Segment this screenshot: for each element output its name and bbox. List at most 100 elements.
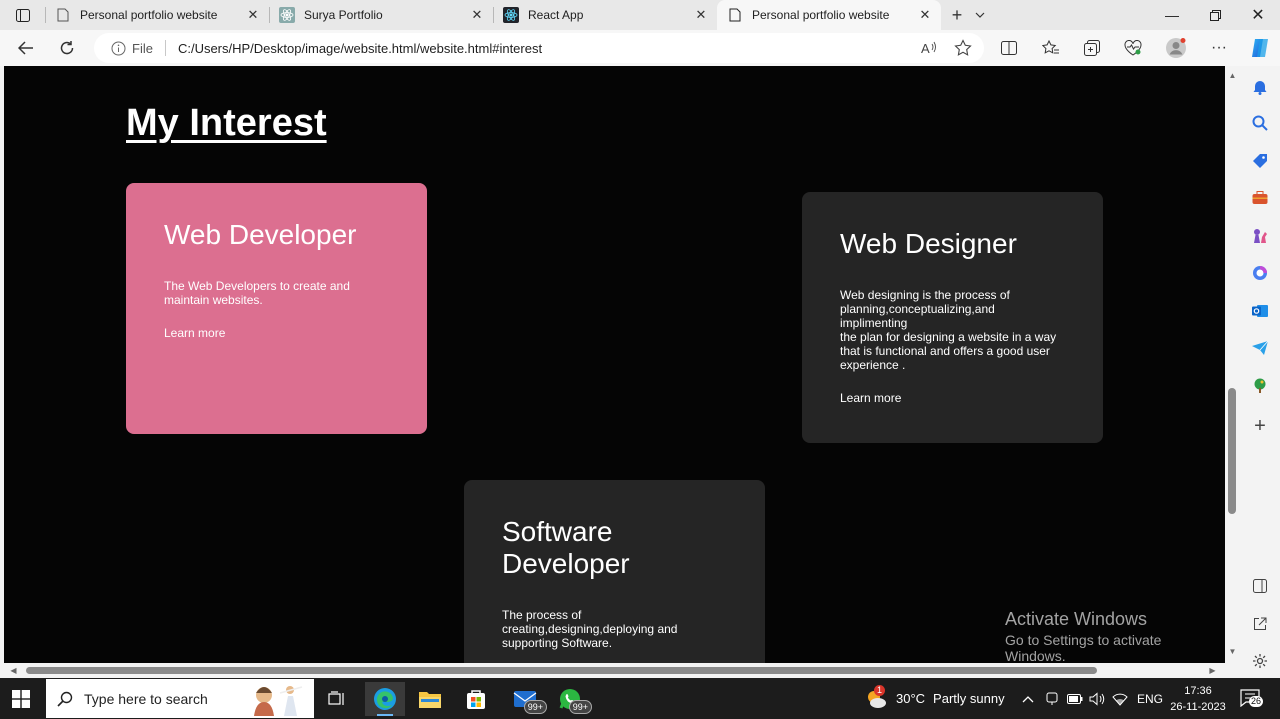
taskbar-mail[interactable]: 99+ bbox=[505, 682, 547, 716]
new-tab-button[interactable]: + bbox=[946, 5, 968, 25]
open-external-icon[interactable] bbox=[1250, 614, 1270, 634]
input-language-indicator[interactable]: ENG bbox=[1137, 678, 1163, 719]
scroll-left-arrow-icon[interactable]: ◀ bbox=[8, 665, 19, 676]
shopping-tag-icon[interactable] bbox=[1250, 151, 1270, 171]
tab-surya-portfolio[interactable]: Surya Portfolio ✕ bbox=[269, 0, 493, 30]
card-web-developer: Web Developer The Web Developers to crea… bbox=[126, 183, 427, 434]
info-icon[interactable] bbox=[110, 40, 126, 56]
scroll-down-arrow-icon[interactable]: ▼ bbox=[1227, 646, 1238, 657]
weather-temperature: 30°C bbox=[896, 691, 926, 706]
task-view-icon bbox=[328, 691, 344, 705]
search-icon[interactable] bbox=[1250, 113, 1270, 133]
wifi-icon[interactable] bbox=[1112, 678, 1128, 719]
split-screen-icon bbox=[1001, 41, 1017, 55]
copilot-button[interactable] bbox=[1247, 37, 1273, 59]
card-software-developer: Software Developer The process of creati… bbox=[464, 480, 765, 663]
weather-partly-sunny-icon: 1 bbox=[864, 684, 888, 711]
read-aloud-icon[interactable]: A bbox=[916, 35, 942, 61]
show-hidden-icons-button[interactable] bbox=[1022, 678, 1036, 719]
close-icon[interactable]: ✕ bbox=[915, 5, 935, 25]
tools-briefcase-icon[interactable] bbox=[1250, 188, 1270, 208]
scroll-up-arrow-icon[interactable]: ▲ bbox=[1227, 70, 1238, 81]
tab-personal-portfolio-1[interactable]: Personal portfolio website ✕ bbox=[45, 0, 269, 30]
card-text: The process of creating,designing,deploy… bbox=[502, 608, 678, 650]
weather-widget[interactable]: 1 30°C Partly sunny bbox=[864, 678, 1005, 719]
profile-button[interactable] bbox=[1163, 37, 1189, 59]
scroll-right-arrow-icon[interactable]: ▶ bbox=[1207, 665, 1218, 676]
notification-center-button[interactable]: 26 bbox=[1240, 678, 1264, 719]
tab-actions-button[interactable] bbox=[8, 5, 38, 25]
microsoft-365-icon[interactable] bbox=[1250, 263, 1270, 283]
tab-title: Personal portfolio website bbox=[80, 8, 218, 22]
url-text[interactable]: C:/Users/HP/Desktop/image/website.html/w… bbox=[178, 41, 916, 56]
outlook-icon[interactable] bbox=[1250, 301, 1270, 321]
task-view-button[interactable] bbox=[317, 682, 357, 716]
browser-essentials-button[interactable] bbox=[1120, 37, 1146, 59]
settings-more-button[interactable]: ··· bbox=[1206, 37, 1232, 59]
taskbar-file-explorer[interactable] bbox=[410, 682, 450, 716]
card-title: Web Designer bbox=[840, 228, 1017, 259]
drop-tree-icon[interactable] bbox=[1250, 376, 1270, 396]
address-divider bbox=[164, 40, 166, 56]
windows-logo-icon bbox=[12, 690, 30, 708]
active-app-indicator bbox=[377, 714, 393, 716]
hide-sidebar-icon[interactable] bbox=[1250, 576, 1270, 596]
search-icon bbox=[56, 690, 74, 708]
search-placeholder: Type here to search bbox=[84, 690, 208, 707]
store-bag-icon bbox=[467, 690, 485, 709]
close-icon[interactable]: ✕ bbox=[691, 5, 711, 25]
refresh-button[interactable] bbox=[52, 34, 82, 62]
favorite-star-icon[interactable] bbox=[950, 35, 976, 61]
close-icon[interactable]: ✕ bbox=[467, 5, 487, 25]
horizontal-scroll-thumb[interactable] bbox=[26, 667, 1097, 674]
windows-start-button[interactable] bbox=[12, 690, 30, 708]
battery-icon[interactable] bbox=[1067, 678, 1083, 719]
react-favicon-icon bbox=[503, 7, 519, 23]
close-icon[interactable]: ✕ bbox=[243, 5, 263, 25]
meet-now-icon[interactable] bbox=[1046, 678, 1058, 719]
edge-browser-icon bbox=[374, 688, 396, 710]
taskbar-search-box[interactable]: Type here to search bbox=[46, 679, 314, 718]
notification-count-badge: 26 bbox=[1249, 695, 1264, 707]
volume-icon[interactable] bbox=[1089, 678, 1105, 719]
tab-personal-portfolio-active[interactable]: Personal portfolio website ✕ bbox=[717, 0, 941, 30]
tab-react-app[interactable]: React App ✕ bbox=[493, 0, 717, 30]
collections-icon bbox=[1084, 40, 1100, 56]
address-bar[interactable]: File C:/Users/HP/Desktop/image/website.h… bbox=[94, 33, 984, 63]
vertical-scrollbar[interactable]: ▲ ▼ bbox=[1225, 66, 1240, 663]
taskbar-store[interactable] bbox=[456, 682, 496, 716]
horizontal-scrollbar[interactable]: ◀ ▶ bbox=[4, 663, 1225, 678]
window-close-button[interactable]: ✕ bbox=[1237, 0, 1279, 30]
taskbar-whatsapp[interactable]: 99+ bbox=[550, 682, 592, 716]
clock-date: 26-11-2023 bbox=[1170, 701, 1226, 713]
send-telegram-icon[interactable] bbox=[1250, 338, 1270, 358]
restore-button[interactable] bbox=[1194, 0, 1236, 30]
tab-separator bbox=[269, 7, 270, 23]
weather-alert-badge: 1 bbox=[874, 684, 886, 696]
learn-more-link[interactable]: Learn more bbox=[840, 391, 1065, 405]
games-chess-icon[interactable] bbox=[1250, 226, 1270, 246]
system-clock[interactable]: 17:36 26-11-2023 bbox=[1162, 683, 1234, 715]
add-sidebar-app-icon[interactable]: + bbox=[1250, 415, 1270, 437]
taskbar-edge-app[interactable] bbox=[365, 682, 405, 716]
favorites-button[interactable] bbox=[1038, 37, 1064, 59]
watermark-title: Activate Windows bbox=[1005, 609, 1148, 629]
favorites-icon bbox=[1042, 40, 1059, 54]
notification-chat-icon: 26 bbox=[1240, 688, 1264, 709]
notifications-bell-icon[interactable] bbox=[1250, 77, 1270, 97]
minimize-icon: — bbox=[1165, 7, 1179, 23]
back-button[interactable] bbox=[11, 34, 41, 62]
collections-button[interactable] bbox=[1079, 37, 1105, 59]
vertical-scroll-thumb[interactable] bbox=[1228, 388, 1236, 514]
learn-more-link[interactable]: Learn more bbox=[164, 326, 389, 340]
page-viewport: My Interest Web Developer The Web Develo… bbox=[4, 66, 1225, 663]
sidebar-settings-gear-icon[interactable] bbox=[1250, 651, 1270, 671]
split-screen-button[interactable] bbox=[996, 37, 1022, 59]
search-highlight-image-icon bbox=[246, 681, 310, 716]
navigation-bar: File C:/Users/HP/Desktop/image/website.h… bbox=[0, 30, 1280, 66]
plus-icon: + bbox=[951, 5, 963, 25]
tab-separator bbox=[45, 7, 46, 23]
more-horizontal-icon: ··· bbox=[1211, 39, 1227, 56]
minimize-button[interactable]: — bbox=[1151, 0, 1193, 30]
tab-list-button[interactable] bbox=[972, 6, 988, 24]
